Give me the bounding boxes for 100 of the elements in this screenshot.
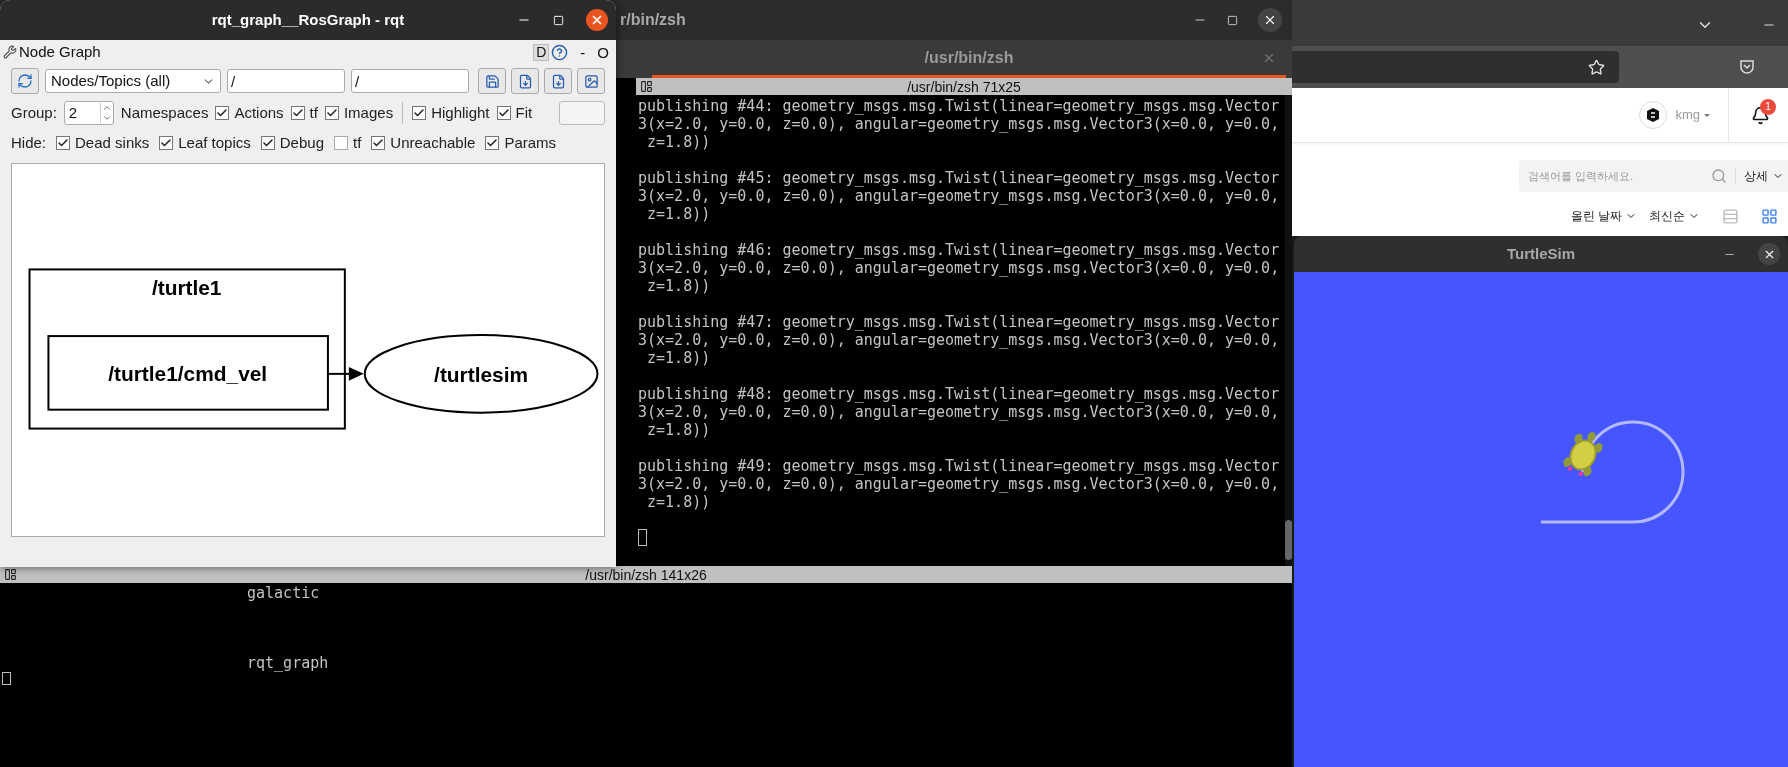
terminal-line: z=1.8)): [646, 277, 712, 295]
close-plugin-button[interactable]: O: [597, 44, 609, 60]
checkbox[interactable]: [215, 106, 230, 120]
terminal-line: rqt_graph: [247, 654, 330, 672]
save-svg-button[interactable]: [544, 68, 572, 94]
debug-button[interactable]: D: [533, 43, 550, 61]
checkbox-label: Images: [343, 102, 394, 123]
window-title: rqt_graph__RosGraph - rqt: [211, 9, 405, 30]
checkbox-label: tf: [309, 102, 318, 123]
check-icon: [325, 107, 338, 119]
check-icon: [216, 107, 229, 119]
sort-dropdown[interactable]: 최신순: [1649, 207, 1700, 225]
layout-icon[interactable]: [4, 568, 17, 581]
help-icon[interactable]: [551, 43, 569, 61]
window-title: r/bin/zsh: [620, 10, 686, 30]
checkbox-label: Actions: [234, 102, 284, 123]
terminal-line: z=1.8)): [646, 421, 712, 439]
terminal-line: publishing #46: geometry_msgs.msg.Twist(linear=geometry_msgs.msg.Vector: [638, 241, 1281, 259]
pocket-icon[interactable]: [1739, 59, 1755, 75]
pane-title: /usr/bin/zsh 141x26: [585, 567, 707, 582]
notification-badge: 1: [1760, 98, 1776, 115]
checkbox[interactable]: [159, 136, 174, 150]
check-icon: [497, 107, 510, 119]
terminal-line: 3(x=2.0, y=0.0, z=0.0), angular=geometry_msgs.msg.Vector3(x=0.0, y=0.0,: [638, 475, 1281, 493]
checkbox[interactable]: [324, 106, 339, 120]
sort-dropdown[interactable]: 올린 날짜: [1570, 207, 1637, 225]
terminal-line: publishing #47: geometry_msgs.msg.Twist(linear=geometry_msgs.msg.Vector: [638, 313, 1281, 331]
terminal-line: z=1.8)): [646, 493, 712, 511]
save-image-button[interactable]: [577, 68, 605, 94]
checkbox[interactable]: [290, 106, 305, 120]
load-button[interactable]: [478, 68, 506, 94]
checkbox-label: Params: [504, 132, 557, 153]
close-button[interactable]: [586, 9, 608, 31]
checkbox[interactable]: [496, 106, 511, 120]
maximize-icon[interactable]: [1227, 14, 1238, 26]
close-icon: [590, 13, 604, 27]
close-icon: [1263, 13, 1277, 27]
terminal-line: 3(x=2.0, y=0.0, z=0.0), angular=geometry_msgs.msg.Vector3(x=0.0, y=0.0,: [638, 115, 1281, 133]
check-icon: [486, 137, 499, 149]
group-label: Group:: [11, 102, 57, 123]
scrollbar[interactable]: [1285, 95, 1292, 566]
graph-type-select[interactable]: Nodes/Topics (all): [45, 69, 221, 93]
terminal-line: 3(x=2.0, y=0.0, z=0.0), angular=geometry_msgs.msg.Vector3(x=0.0, y=0.0,: [638, 187, 1281, 205]
checkbox[interactable]: [334, 136, 348, 150]
checkbox[interactable]: [371, 136, 386, 150]
address-field[interactable]: [1292, 51, 1619, 83]
checkbox[interactable]: [56, 136, 71, 150]
image-icon: [583, 73, 599, 89]
topic-filter-field[interactable]: /: [351, 69, 469, 93]
namespaces-label: Namespaces: [120, 102, 209, 123]
terminal-line: z=1.8)): [646, 205, 712, 223]
detail-dropdown[interactable]: 상세: [1744, 167, 1788, 185]
check-icon: [372, 137, 385, 149]
check-icon: [413, 107, 426, 119]
checkbox-label: Debug: [279, 132, 324, 153]
minimize-plugin-button[interactable]: -: [580, 44, 586, 60]
star-icon[interactable]: [1588, 58, 1605, 76]
save-dot-button[interactable]: [511, 68, 539, 94]
search-field[interactable]: 검색어를 입력하세요. 상세: [1519, 160, 1788, 192]
terminal-line: galactic: [247, 584, 321, 602]
pane-title: /usr/bin/zsh 71x25: [907, 79, 1021, 94]
logo-icon: [1647, 108, 1660, 122]
down-icon: [101, 113, 112, 123]
node-ellipse[interactable]: /turtlesim: [363, 334, 599, 414]
terminal-line: 3(x=2.0, y=0.0, z=0.0), angular=geometry_msgs.msg.Vector3(x=0.0, y=0.0,: [638, 259, 1281, 277]
topic-node[interactable]: /turtle1/cmd_vel: [47, 335, 329, 411]
terminal-line: publishing #48: geometry_msgs.msg.Twist(linear=geometry_msgs.msg.Vector: [638, 385, 1281, 403]
terminal-line: publishing #44: geometry_msgs.msg.Twist(linear=geometry_msgs.msg.Vector: [638, 97, 1281, 115]
refresh-button[interactable]: [11, 68, 39, 94]
terminal-line: z=1.8)): [646, 133, 712, 151]
window-title: TurtleSim: [1506, 243, 1576, 264]
grid-view-icon[interactable]: [1761, 207, 1778, 225]
refresh-icon: [17, 73, 33, 89]
checkbox[interactable]: [485, 136, 500, 150]
checkbox-label: Leaf topics: [178, 132, 251, 153]
search-icon[interactable]: [1711, 168, 1727, 184]
close-button[interactable]: [1758, 243, 1780, 265]
up-icon: [101, 103, 112, 113]
terminal-line: publishing #45: geometry_msgs.msg.Twist(linear=geometry_msgs.msg.Vector: [638, 169, 1281, 187]
floppy-icon: [484, 73, 500, 89]
check-icon: [291, 107, 304, 119]
wrench-icon: [3, 45, 17, 59]
file-icon: [517, 73, 533, 89]
checkbox-label: Unreachable: [390, 132, 476, 153]
checkbox[interactable]: [260, 136, 275, 150]
plugin-title: Node Graph: [19, 41, 101, 62]
checkbox-label: Highlight: [431, 102, 490, 123]
close-button[interactable]: [1258, 8, 1282, 32]
check-icon: [57, 137, 70, 149]
file-icon: [550, 73, 566, 89]
group-spinbox[interactable]: 2: [63, 101, 114, 125]
terminal-line: publishing #49: geometry_msgs.msg.Twist(linear=geometry_msgs.msg.Vector: [638, 457, 1281, 475]
namespace-filter-field[interactable]: /: [227, 69, 345, 93]
checkbox-label: Fit: [515, 102, 533, 123]
terminal-line: 3(x=2.0, y=0.0, z=0.0), angular=geometry_msgs.msg.Vector3(x=0.0, y=0.0,: [638, 403, 1281, 421]
terminal-line: z=1.8)): [646, 349, 712, 367]
checkbox[interactable]: [412, 106, 427, 120]
layout-icon[interactable]: [640, 80, 653, 93]
check-icon: [160, 137, 173, 149]
checkbox-label: tf: [353, 132, 362, 153]
